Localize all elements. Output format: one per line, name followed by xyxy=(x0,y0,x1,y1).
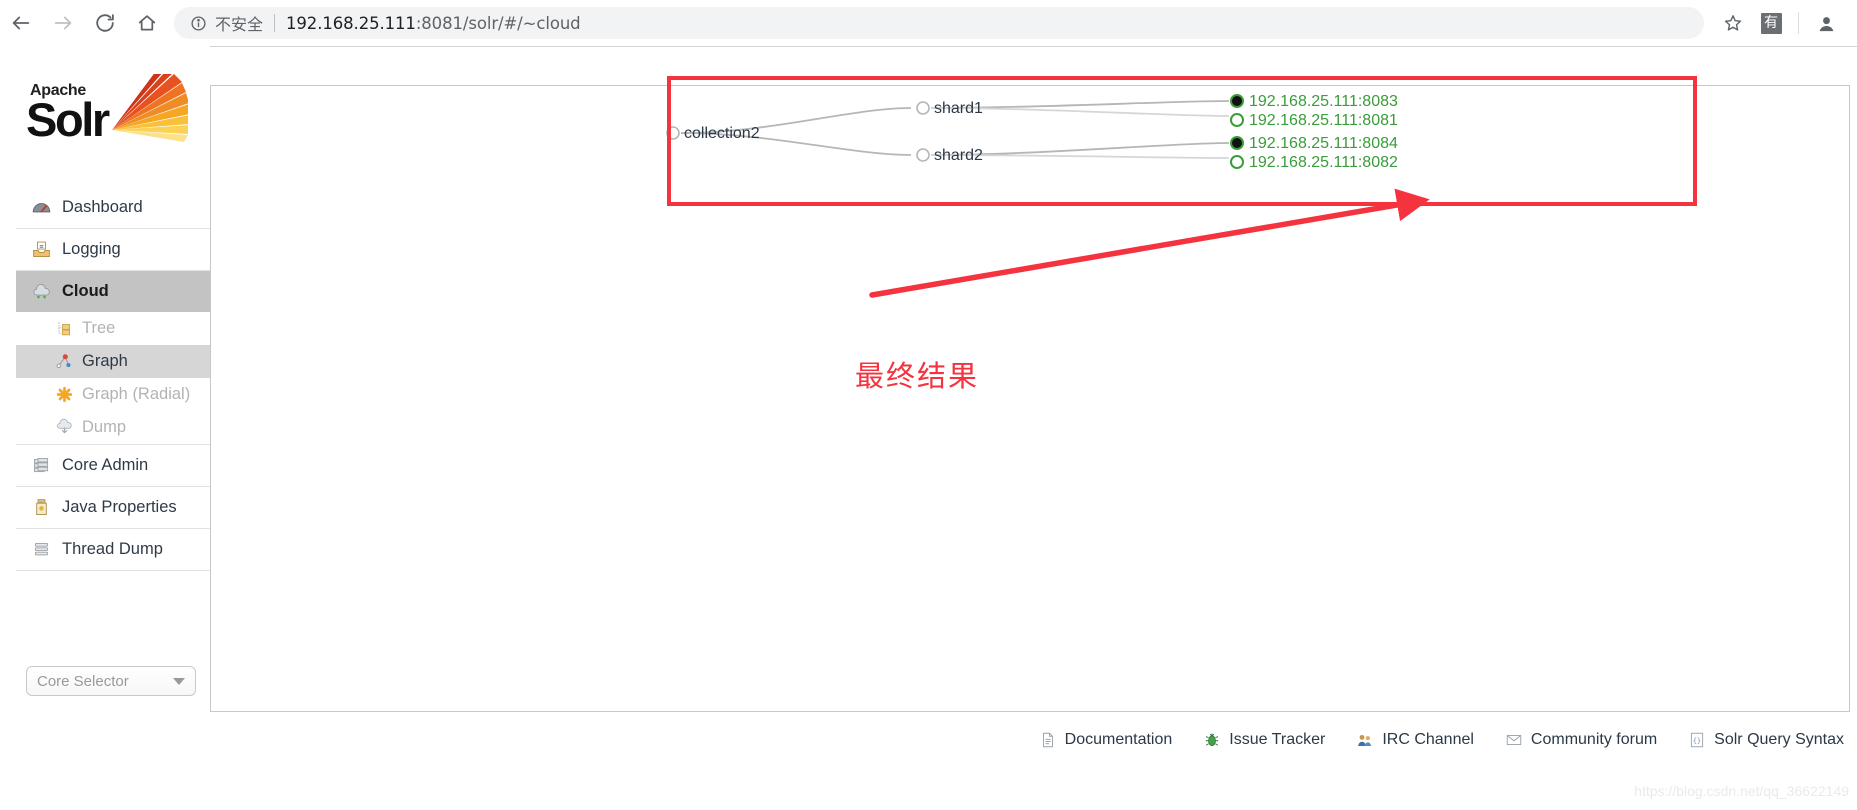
omnibox-divider xyxy=(274,14,276,32)
forward-arrow-icon xyxy=(54,16,72,30)
footer-links: Documentation Issue Tracker IRC Channel xyxy=(210,722,1850,758)
footer-link-irc-channel[interactable]: IRC Channel xyxy=(1355,730,1474,750)
annotation-callout-text: 最终结果 xyxy=(855,359,980,393)
graph-icon xyxy=(54,352,74,372)
graph-node-label: 192.168.25.111:8084 xyxy=(1249,135,1398,152)
sidebar-item-tree[interactable]: Tree xyxy=(16,312,210,345)
solr-rays-icon xyxy=(112,74,188,142)
sidebar-item-cloud[interactable]: Cloud xyxy=(16,270,210,312)
footer-link-community-forum[interactable]: Community forum xyxy=(1504,730,1657,750)
graph-node-label: shard1 xyxy=(934,100,983,117)
graph-node-collection[interactable] xyxy=(666,126,680,140)
sidebar-nav: Dashboard Logging Cloud Tree Graph Graph… xyxy=(16,186,210,571)
sidebar-item-label: Dump xyxy=(82,418,127,436)
forward-button[interactable] xyxy=(42,2,84,44)
graph-node-label: collection2 xyxy=(684,125,760,142)
footer-link-solr-query-syntax[interactable]: {} Solr Query Syntax xyxy=(1687,730,1844,750)
sidebar-item-label: Tree xyxy=(82,319,116,337)
footer-link-issue-tracker[interactable]: Issue Tracker xyxy=(1202,730,1325,750)
footer-link-label: IRC Channel xyxy=(1382,731,1474,748)
graph-node-label: 192.168.25.111:8083 xyxy=(1249,93,1398,110)
sidebar-item-dashboard[interactable]: Dashboard xyxy=(16,186,210,228)
home-icon xyxy=(138,15,156,31)
profile-button[interactable] xyxy=(1807,4,1845,42)
dashboard-icon xyxy=(30,196,52,218)
sidebar-item-label: Graph (Radial) xyxy=(82,385,191,403)
extension-button[interactable]: 有 xyxy=(1752,4,1790,42)
sidebar-item-label: Core Admin xyxy=(62,456,149,474)
sidebar-item-label: Dashboard xyxy=(62,197,143,216)
sidebar-item-dump[interactable]: Dump xyxy=(16,411,210,444)
security-status-label: 不安全 xyxy=(215,15,264,34)
people-icon xyxy=(1355,730,1375,750)
cloud-graph: collection2 shard1 shard2 192.168.25.111… xyxy=(666,93,1398,171)
sidebar-item-thread-dump[interactable]: Thread Dump xyxy=(16,528,210,570)
core-admin-icon xyxy=(30,455,52,477)
graph-node-replica-leader[interactable] xyxy=(1230,136,1244,150)
info-circle-icon[interactable] xyxy=(190,15,207,32)
toolbar-divider xyxy=(1798,12,1799,34)
graph-node-shard1[interactable] xyxy=(916,101,930,115)
sidebar-item-label: Logging xyxy=(62,240,121,258)
back-arrow-icon xyxy=(12,16,30,30)
graph-node-replica-leader[interactable] xyxy=(1230,94,1244,108)
sidebar-item-java-properties[interactable]: Java Properties xyxy=(16,486,210,528)
graph-node-label: shard2 xyxy=(934,147,983,164)
footer-link-label: Documentation xyxy=(1064,731,1173,748)
bookmark-button[interactable] xyxy=(1714,4,1752,42)
sidebar-item-label: Thread Dump xyxy=(62,540,163,558)
sidebar-item-label: Java Properties xyxy=(62,498,177,516)
url-path: :8081/solr/#/~cloud xyxy=(415,13,581,33)
solr-logo[interactable]: Apache Solr xyxy=(22,72,188,154)
core-selector-dropdown[interactable]: Core Selector xyxy=(26,666,196,696)
dump-icon xyxy=(54,418,74,438)
document-icon xyxy=(1038,730,1058,750)
tree-icon xyxy=(54,319,74,339)
graph-node-shard2[interactable] xyxy=(916,148,930,162)
browser-toolbar: 不安全 192.168.25.111:8081/solr/#/~cloud 有 xyxy=(0,0,1857,47)
reload-icon xyxy=(96,14,114,32)
home-button[interactable] xyxy=(126,2,168,44)
code-icon: {} xyxy=(1687,730,1707,750)
sidebar-item-graph-radial[interactable]: Graph (Radial) xyxy=(16,378,210,411)
footer-link-label: Community forum xyxy=(1530,731,1658,748)
envelope-icon xyxy=(1504,730,1524,750)
java-properties-icon xyxy=(30,497,52,519)
footer-link-label: Issue Tracker xyxy=(1229,731,1326,748)
browser-toolbar-actions: 有 xyxy=(1714,4,1857,42)
graph-node-replica-active[interactable] xyxy=(1230,155,1244,169)
cloud-graph-panel: collection2 shard1 shard2 192.168.25.111… xyxy=(210,85,1850,712)
account-avatar-icon xyxy=(1819,16,1833,31)
sidebar-item-label: Cloud xyxy=(62,282,109,300)
chevron-down-icon xyxy=(173,677,185,685)
back-button[interactable] xyxy=(0,2,42,44)
footer-link-label: Solr Query Syntax xyxy=(1714,731,1844,748)
reload-button[interactable] xyxy=(84,2,126,44)
star-icon xyxy=(1724,15,1742,31)
url-text: 192.168.25.111:8081/solr/#/~cloud xyxy=(286,14,581,33)
bug-icon xyxy=(1202,730,1222,750)
footer-link-documentation[interactable]: Documentation xyxy=(1038,730,1173,750)
sidebar-item-graph[interactable]: Graph xyxy=(16,345,210,378)
graph-node-label: 192.168.25.111:8081 xyxy=(1249,112,1398,129)
extension-badge: 有 xyxy=(1760,12,1782,34)
sidebar-item-core-admin[interactable]: Core Admin xyxy=(16,444,210,486)
logo-solr-text: Solr xyxy=(26,93,110,146)
core-selector-label: Core Selector xyxy=(37,672,129,690)
url-host: 192.168.25.111 xyxy=(286,13,416,33)
sidebar-item-label: Graph xyxy=(82,352,128,370)
address-bar[interactable]: 不安全 192.168.25.111:8081/solr/#/~cloud xyxy=(174,7,1704,39)
svg-text:{}: {} xyxy=(1693,737,1701,745)
sidebar-item-logging[interactable]: Logging xyxy=(16,228,210,270)
sidebar: Apache Solr Dashboard Logging Cloud Tree… xyxy=(0,46,210,810)
cloud-icon xyxy=(30,281,52,303)
logging-icon xyxy=(30,239,52,261)
graph-radial-icon xyxy=(54,385,74,405)
graph-node-label: 192.168.25.111:8082 xyxy=(1249,154,1398,171)
watermark-text: https://blog.csdn.net/qq_36622149 xyxy=(1634,783,1849,799)
thread-dump-icon xyxy=(30,539,52,561)
graph-node-replica-active[interactable] xyxy=(1230,113,1244,127)
